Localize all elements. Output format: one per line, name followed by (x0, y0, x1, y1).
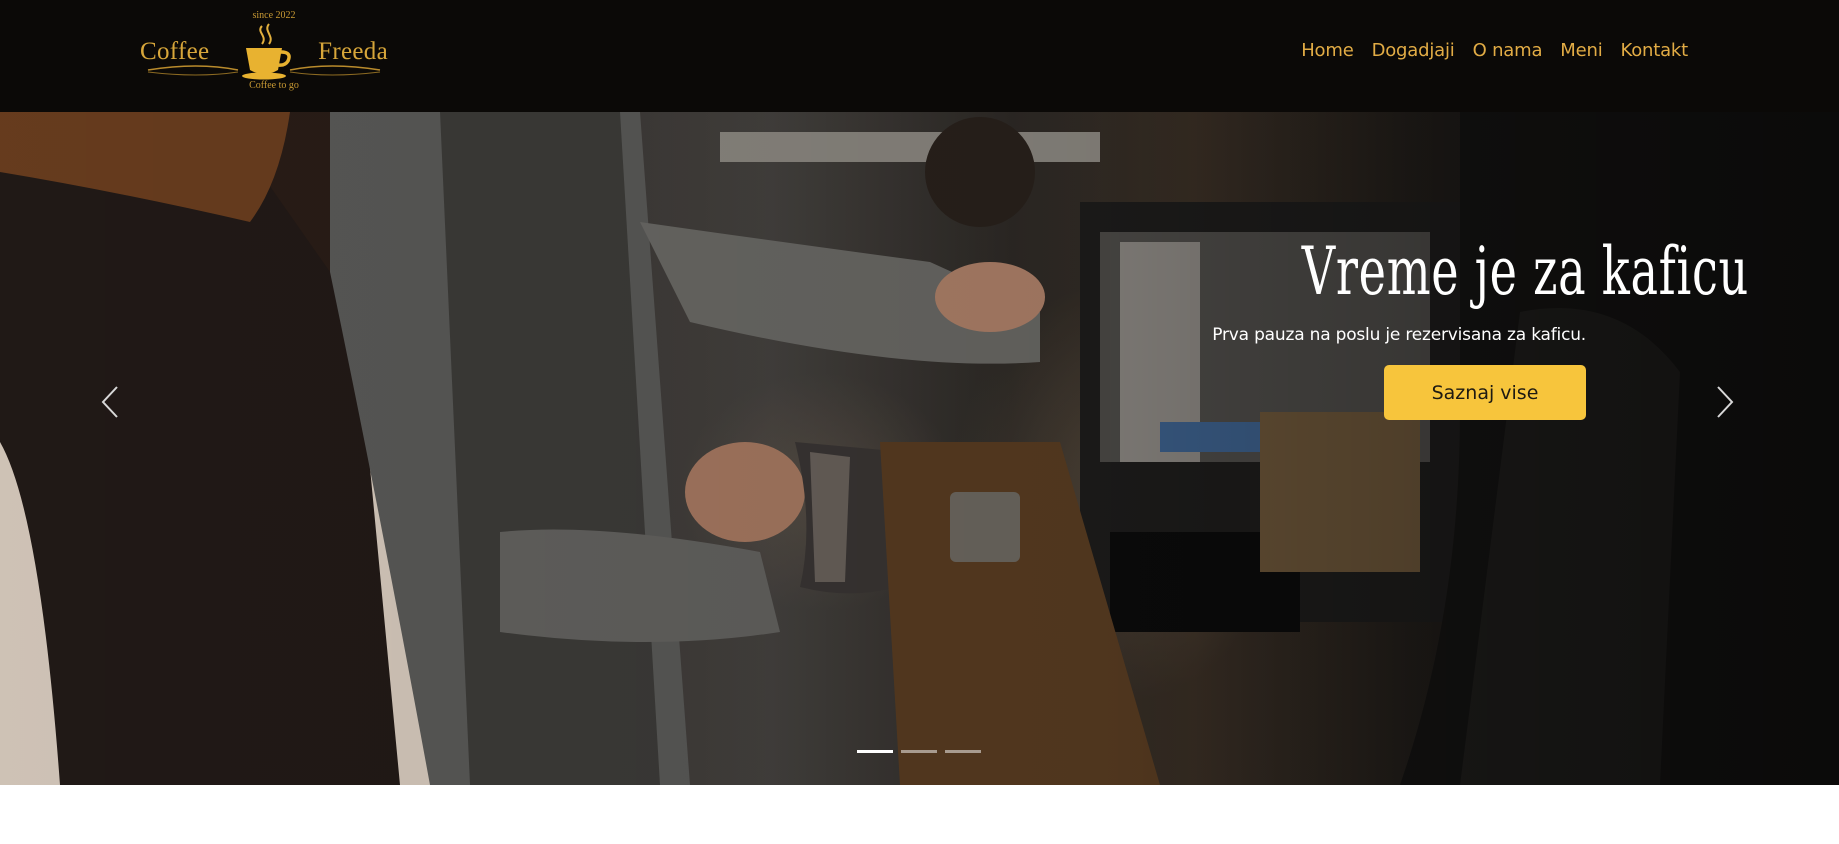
carousel-indicator-1[interactable] (857, 750, 893, 753)
hero-subtitle: Prva pauza na poslu je rezervisana za ka… (1212, 325, 1586, 346)
logo-tagline: Coffee to go (249, 80, 299, 91)
chevron-left-icon (101, 386, 118, 418)
nav-link-kontakt[interactable]: Kontakt (1621, 40, 1689, 61)
carousel-indicator-2[interactable] (901, 750, 937, 753)
hero-title: Vreme je za kaficu (1301, 233, 1750, 310)
carousel-indicators (857, 750, 981, 753)
logo-word-coffee: Coffee (140, 38, 210, 65)
carousel-prev-button[interactable] (80, 372, 140, 432)
main-navigation: Home Dogadjaji O nama Meni Kontakt (1301, 40, 1688, 61)
nav-link-o-nama[interactable]: O nama (1473, 40, 1543, 61)
navbar: since 2022 Coffee Freeda Coffee to go Ho… (0, 0, 1839, 112)
carousel-next-button[interactable] (1695, 372, 1755, 432)
chevron-right-icon (1717, 386, 1734, 418)
carousel-indicator-3[interactable] (945, 750, 981, 753)
page-content-start (0, 785, 1839, 844)
hero-carousel: Vreme je za kaficu Prva pauza na poslu j… (0, 112, 1839, 785)
hero-overlay (0, 112, 1839, 785)
logo-since-text: since 2022 (252, 10, 296, 21)
brand-logo[interactable]: since 2022 Coffee Freeda Coffee to go (138, 10, 390, 96)
hero-caption: Vreme je za kaficu Prva pauza na poslu j… (1180, 232, 1750, 421)
coffee-cup-icon (242, 23, 291, 80)
nav-link-meni[interactable]: Meni (1560, 40, 1602, 61)
nav-link-dogadjaji[interactable]: Dogadjaji (1372, 40, 1455, 61)
logo-word-freeda: Freeda (318, 38, 388, 65)
learn-more-button[interactable]: Saznaj vise (1384, 365, 1586, 421)
nav-link-home[interactable]: Home (1301, 40, 1354, 61)
